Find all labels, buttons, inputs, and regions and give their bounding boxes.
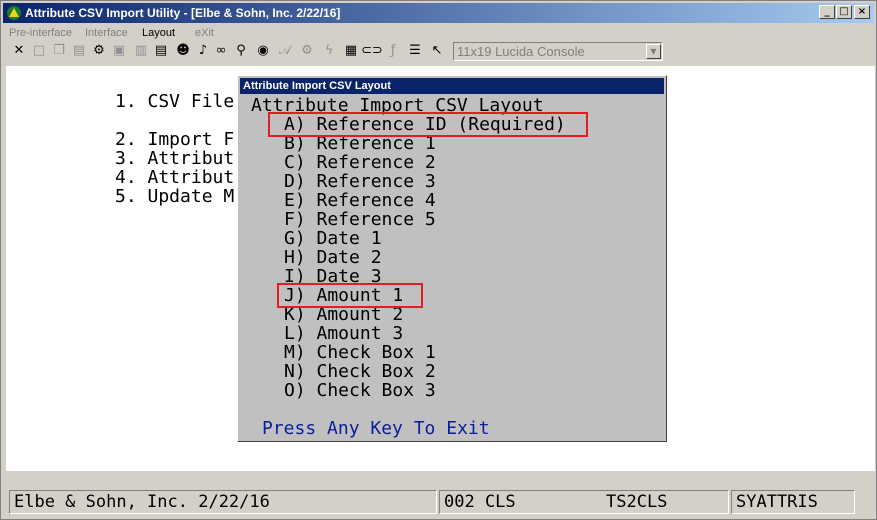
status-server-text: TS2CLS — [606, 492, 668, 512]
main-menu-item-3: 3. Attribut — [115, 148, 235, 169]
option-d: D) Reference 3 — [284, 171, 436, 192]
menu-pre-interface[interactable]: Pre-interface — [9, 27, 72, 39]
menu-interface[interactable]: Interface — [85, 27, 128, 39]
option-l: L) Amount 3 — [284, 323, 404, 344]
window-title: Attribute CSV Import Utility - [Elbe & S… — [25, 6, 341, 20]
option-f: F) Reference 5 — [284, 209, 436, 230]
script-icon[interactable]: 𝒜 — [275, 41, 295, 61]
list-icon[interactable]: ☰ — [405, 41, 425, 61]
font-select[interactable]: 11x19 Lucida Console ▼ — [453, 42, 663, 61]
option-g: G) Date 1 — [284, 228, 382, 249]
status-session: 002 CLS TS2CLS — [439, 490, 729, 514]
status-company-text: Elbe & Sohn, Inc. 2/22/16 — [14, 492, 270, 512]
user-icon[interactable]: ☻ — [173, 41, 193, 61]
new-document-icon[interactable]: □ — [29, 41, 49, 61]
properties-icon[interactable]: ▣ — [109, 41, 129, 61]
font-select-value: 11x19 Lucida Console — [457, 44, 585, 59]
press-any-key-prompt: Press Any Key To Exit — [262, 418, 490, 439]
highlight-reference-id — [268, 112, 588, 137]
calculator-icon[interactable]: ▦ — [341, 41, 361, 61]
lightning-icon[interactable]: ϟ — [319, 41, 339, 61]
help-pointer-icon[interactable]: ↖ — [427, 41, 447, 61]
menu-layout[interactable]: Layout — [142, 27, 175, 39]
settings-icon[interactable]: ⚙ — [297, 41, 317, 61]
status-code-text: 002 CLS — [444, 492, 516, 512]
dialog-title: Attribute Import CSV Layout — [240, 78, 664, 94]
printer-icon[interactable]: ▤ — [151, 41, 171, 61]
maximize-button[interactable]: □ — [836, 5, 852, 19]
main-menu-item-5: 5. Update M — [115, 186, 235, 207]
report-icon[interactable]: ▥ — [131, 41, 151, 61]
status-company: Elbe & Sohn, Inc. 2/22/16 — [9, 490, 437, 514]
toolbar: ✕ □ ❐ ▤ ⚙ ▣ ▥ ▤ ☻ ♪ ∞ ⚲ ◉ 𝒜 ⚙ ϟ ▦ ⊂⊃ ƒ ☰… — [7, 41, 667, 63]
status-program: SYATTRIS — [731, 490, 855, 514]
csv-layout-dialog[interactable]: Attribute Import CSV Layout Attribute Im… — [237, 75, 667, 442]
option-m: M) Check Box 1 — [284, 342, 436, 363]
status-bar: Elbe & Sohn, Inc. 2/22/16 002 CLS TS2CLS… — [3, 489, 874, 517]
binoculars-icon[interactable]: ∞ — [211, 41, 231, 61]
chevron-down-icon[interactable]: ▼ — [646, 44, 661, 59]
app-logo-icon — [6, 5, 22, 21]
option-e: E) Reference 4 — [284, 190, 436, 211]
option-o: O) Check Box 3 — [284, 380, 436, 401]
paste-icon[interactable]: ▤ — [69, 41, 89, 61]
gear-icon[interactable]: ⚙ — [89, 41, 109, 61]
app-window: Attribute CSV Import Utility - [Elbe & S… — [0, 0, 877, 520]
option-n: N) Check Box 2 — [284, 361, 436, 382]
option-h: H) Date 2 — [284, 247, 382, 268]
close-button[interactable]: × — [854, 5, 870, 19]
bell-icon[interactable]: ♪ — [193, 41, 213, 61]
menu-exit[interactable]: eXit — [195, 27, 214, 39]
highlight-amount-1 — [277, 283, 423, 308]
copy-icon[interactable]: ❐ — [49, 41, 69, 61]
title-bar[interactable]: Attribute CSV Import Utility - [Elbe & S… — [3, 3, 874, 23]
main-menu-item-4: 4. Attribut — [115, 167, 235, 188]
menu-bar: Pre-interface Interface Layout eXit — [3, 24, 503, 42]
globe-icon[interactable]: ◉ — [253, 41, 273, 61]
main-menu-item-2: 2. Import F — [115, 129, 235, 150]
main-menu-item-1: 1. CSV File — [115, 91, 235, 112]
option-c: C) Reference 2 — [284, 152, 436, 173]
close-x-icon[interactable]: ✕ — [9, 41, 29, 61]
status-program-text: SYATTRIS — [736, 492, 818, 512]
link-icon[interactable]: ⊂⊃ — [361, 41, 383, 61]
function-icon[interactable]: ƒ — [383, 41, 403, 61]
minimize-button[interactable]: _ — [819, 5, 835, 19]
magnifier-icon[interactable]: ⚲ — [231, 41, 251, 61]
